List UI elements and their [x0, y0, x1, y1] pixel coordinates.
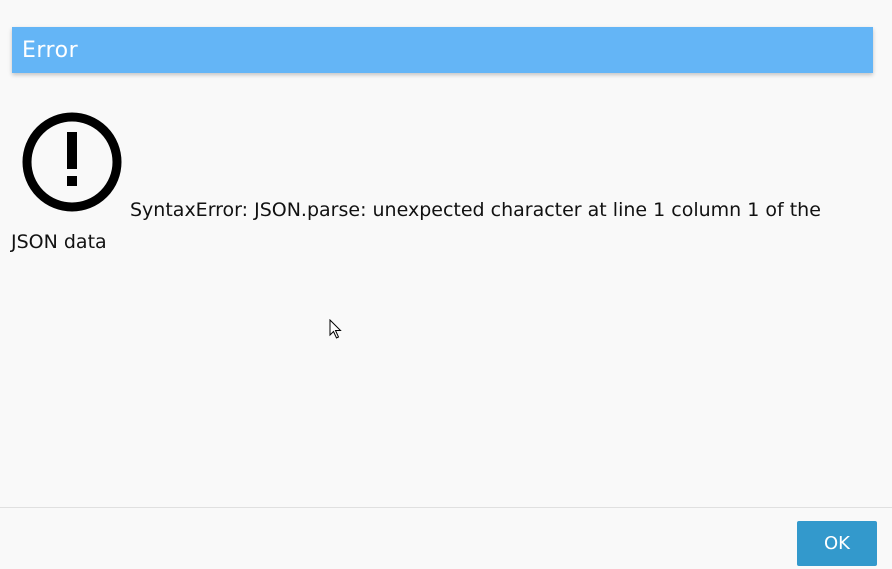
error-message: SyntaxError: JSON.parse: unexpected char… — [11, 199, 821, 253]
mouse-pointer-icon — [329, 319, 342, 339]
dialog-title: Error — [22, 37, 79, 63]
dialog-content: SyntaxError: JSON.parse: unexpected char… — [11, 108, 851, 258]
ok-button[interactable]: OK — [797, 521, 877, 566]
exclamation-circle-icon — [16, 108, 124, 216]
footer-divider — [0, 507, 892, 508]
dialog-titlebar: Error — [12, 27, 873, 73]
error-dialog: Error SyntaxError: JSON.parse: unexpecte… — [0, 0, 892, 569]
